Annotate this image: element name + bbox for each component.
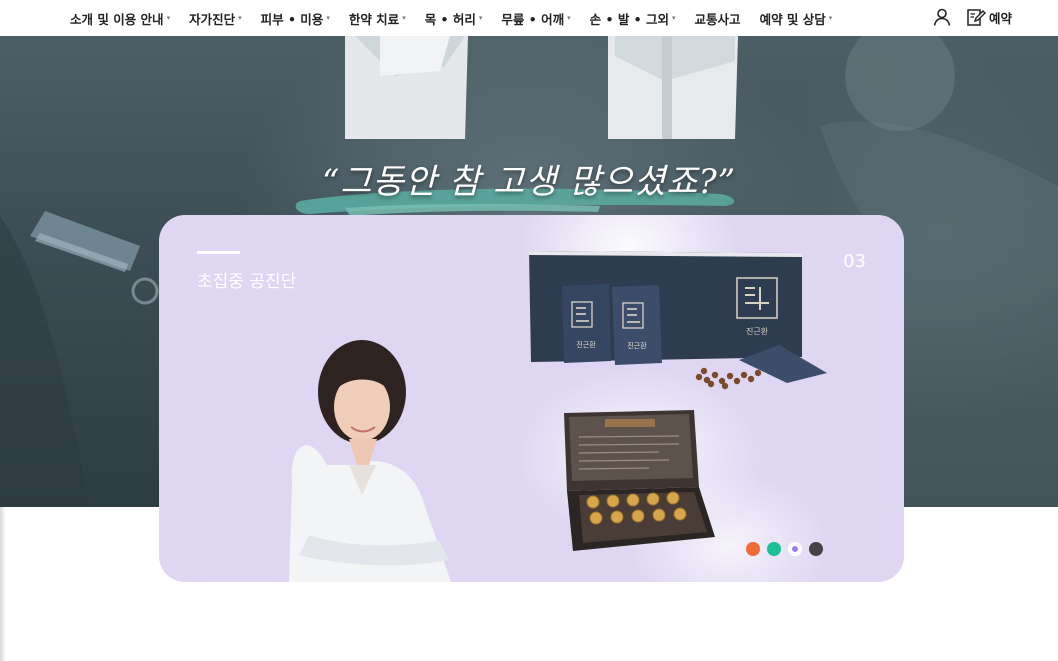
main-menu: 소개 및 이용 안내 ▾ 자가진단 ▾ 피부 • 미용 ▾ 한약 치료 ▾ 목 • 허리…: [70, 0, 851, 36]
pouch-label-text: 진근환: [576, 340, 596, 349]
caret-down-icon: ▾: [326, 14, 330, 22]
caret-down-icon: ▾: [402, 14, 406, 22]
menu-item-knee-shoulder[interactable]: 무릎 • 어깨 ▾: [501, 9, 570, 28]
slide-dot-4[interactable]: [809, 542, 823, 556]
menu-item-label: 한약 치료: [348, 11, 400, 27]
menu-item-label: 손 • 발 • 그외: [589, 11, 670, 27]
caret-down-icon: ▾: [238, 14, 242, 22]
menu-item-label: 무릎 • 어깨: [501, 11, 565, 27]
caret-down-icon: ▾: [672, 14, 676, 22]
menu-item-label: 교통사고: [694, 11, 741, 27]
doctor-photo: [289, 340, 451, 582]
caret-down-icon: ▾: [478, 14, 483, 22]
menu-item-about[interactable]: 소개 및 이용 안내 ▾: [70, 9, 170, 28]
reservation-link[interactable]: 예약: [966, 7, 1012, 27]
edit-icon: [967, 9, 986, 26]
product-illustration: 진근환 진근환 진근환: [289, 251, 827, 582]
menu-item-label: 피부 • 미용: [260, 11, 324, 27]
menu-item-herbal-treatment[interactable]: 한약 치료 ▾: [349, 9, 406, 28]
hero-tagline: “그동안 참 고생 많으셨죠?”: [321, 162, 737, 202]
menu-item-skin-beauty[interactable]: 피부 • 미용 ▾: [261, 9, 330, 28]
menu-item-label: 목 • 허리: [424, 11, 476, 27]
caret-down-icon: ▾: [828, 14, 833, 22]
menu-item-label: 소개 및 이용 안내: [70, 11, 164, 27]
menu-item-label: 예약 및 상담: [759, 11, 826, 27]
top-navigation: 소개 및 이용 안내 ▾ 자가진단 ▾ 피부 • 미용 ▾ 한약 치료 ▾ 목 • 허리…: [0, 0, 1058, 36]
nav-actions: 예약: [932, 0, 1012, 34]
caret-down-icon: ▾: [166, 14, 171, 22]
caret-down-icon: ▾: [567, 14, 571, 22]
slide-pagination: [746, 542, 830, 556]
slide-dot-2[interactable]: [767, 542, 781, 556]
menu-item-neck-back[interactable]: 목 • 허리 ▾: [425, 9, 483, 28]
slide-dot-3[interactable]: [788, 542, 802, 556]
product-card: 초집중 공진단 03 진근환 진근환 진근환: [159, 215, 904, 582]
reservation-label: 예약: [988, 10, 1012, 26]
pouch-image: 진근환: [612, 285, 662, 365]
pills-image: [695, 367, 762, 390]
menu-item-traffic-accident[interactable]: 교통사고: [695, 9, 741, 28]
menu-item-self-diagnosis[interactable]: 자가진단 ▾: [189, 9, 242, 28]
menu-item-hand-foot-other[interactable]: 손 • 발 • 그외 ▾: [590, 9, 676, 28]
wooden-case-image: [564, 410, 715, 551]
slide-dot-1[interactable]: [746, 542, 760, 556]
pouch-label-text: 진근환: [627, 341, 647, 350]
menu-item-label: 자가진단: [189, 11, 236, 27]
page-edge-shadow: [0, 507, 6, 661]
user-icon[interactable]: [932, 7, 952, 27]
menu-item-reservation-consult[interactable]: 예약 및 상담 ▾: [760, 9, 833, 28]
box-brand-text: 진근환: [746, 326, 769, 336]
pouch-image: 진근환: [562, 284, 611, 363]
